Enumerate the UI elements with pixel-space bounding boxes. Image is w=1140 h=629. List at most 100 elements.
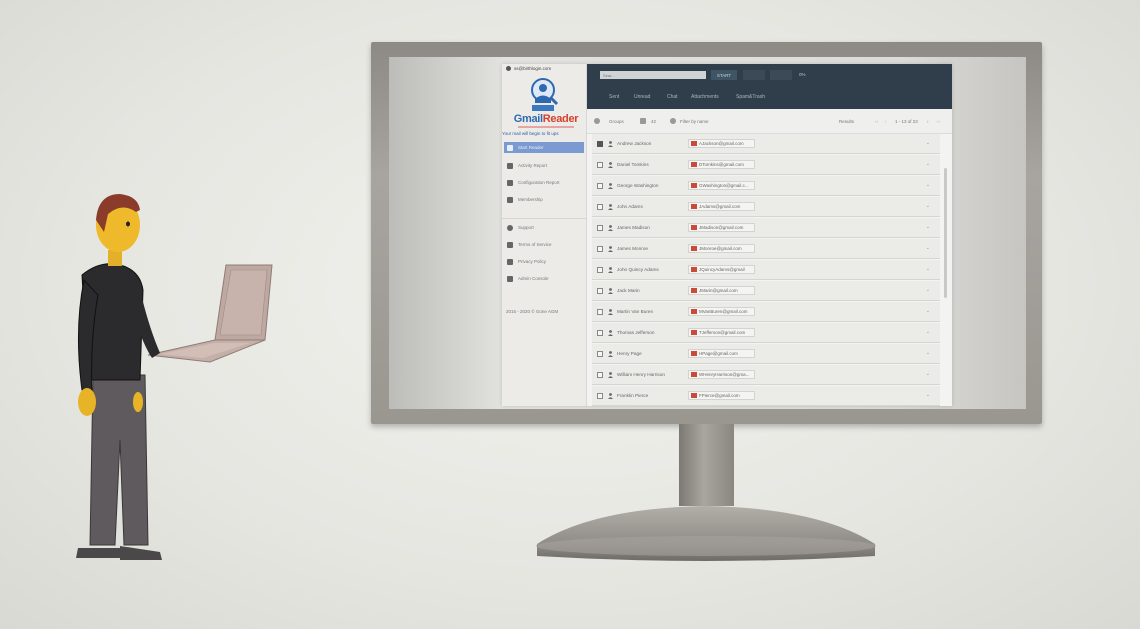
start-button[interactable]: START <box>711 70 737 80</box>
prev-page-icon[interactable]: ‹ <box>885 119 887 124</box>
row-checkbox[interactable] <box>597 330 603 336</box>
row-checkbox[interactable] <box>597 246 603 252</box>
sidebar-item-terms[interactable]: Terms of Service <box>504 239 584 250</box>
row-checkbox[interactable] <box>597 183 603 189</box>
email-chip[interactable]: MVanBuren@gmail.com <box>688 307 755 316</box>
email-chip[interactable]: JMarin@gmail.com <box>688 286 755 295</box>
chevron-down-icon[interactable]: ⌄ <box>926 203 930 209</box>
toolbar-chip[interactable] <box>770 70 792 80</box>
table-row[interactable]: Franklin Pierce FPierce@gmail.com ⌄ <box>592 386 940 406</box>
chevron-down-icon[interactable]: ⌄ <box>926 140 930 146</box>
row-checkbox[interactable] <box>597 141 603 147</box>
chevron-down-icon[interactable]: ⌄ <box>926 266 930 272</box>
toolbar-chip[interactable] <box>743 70 765 80</box>
chevron-down-icon[interactable]: ⌄ <box>926 308 930 314</box>
person-icon <box>608 309 613 315</box>
email-chip[interactable]: TJefferson@gmail.com <box>688 328 755 337</box>
sidebar-item-privacy[interactable]: Privacy Policy <box>504 256 584 267</box>
person-icon <box>608 204 613 210</box>
row-checkbox[interactable] <box>597 288 603 294</box>
chevron-down-icon[interactable]: ⌄ <box>926 392 930 398</box>
email-chip[interactable]: HPage@gmail.com <box>688 349 755 358</box>
contact-name: Franklin Pierce <box>617 393 649 398</box>
mail-icon <box>691 162 697 167</box>
row-checkbox[interactable] <box>597 225 603 231</box>
tool-icon <box>507 275 513 282</box>
account-email: ss@birthlogin.com <box>514 66 552 71</box>
email-chip[interactable]: JQuincyAdams@gmail <box>688 265 755 274</box>
email-chip[interactable]: DTomkins@gmail.com <box>688 160 755 169</box>
table-row[interactable]: James Madison JMadison@gmail.com ⌄ <box>592 218 940 238</box>
table-row[interactable]: Andrew Jackson AJackson@gmail.com ⌄ <box>592 134 940 154</box>
table-row[interactable]: Jack Marin JMarin@gmail.com ⌄ <box>592 281 940 301</box>
sidebar-item-admin[interactable]: Admin Console <box>504 273 584 284</box>
search-input[interactable] <box>600 71 706 79</box>
scrollbar[interactable] <box>944 168 947 298</box>
table-row[interactable]: Martin Van Buren MVanBuren@gmail.com ⌄ <box>592 302 940 322</box>
table-row[interactable]: Henry Page HPage@gmail.com ⌄ <box>592 344 940 364</box>
email-chip[interactable]: GWashington@gmail.c... <box>688 181 755 190</box>
sidebar-item-label: Support <box>518 225 534 230</box>
table-row[interactable]: Daniel Tomkins DTomkins@gmail.com ⌄ <box>592 155 940 175</box>
mail-icon <box>691 141 697 146</box>
tab-unread[interactable]: Unread <box>634 94 650 100</box>
results-label: Results <box>839 119 855 124</box>
contact-email: DTomkins@gmail.com <box>699 162 744 167</box>
groups-label[interactable]: Groups <box>609 119 624 124</box>
tab-attachments[interactable]: Attachments <box>691 94 719 100</box>
sidebar-item-support[interactable]: Support <box>504 222 584 233</box>
email-chip[interactable]: JMonroe@gmail.com <box>688 244 755 253</box>
last-page-icon[interactable]: ›› <box>937 119 940 124</box>
tab-spam-trash[interactable]: Spam&Trash <box>736 94 765 100</box>
sidebar-item-membership[interactable]: Membership <box>504 194 584 205</box>
report-icon <box>507 162 513 169</box>
email-chip[interactable]: AJackson@gmail.com <box>688 139 755 148</box>
first-page-icon[interactable]: ‹‹ <box>875 119 878 124</box>
table-row[interactable]: William Henry Harrison WHenryHarrison@gma… <box>592 365 940 385</box>
person-icon <box>608 141 613 147</box>
table-row[interactable]: John Adams JAdams@gmail.com ⌄ <box>592 197 940 217</box>
select-all-icon[interactable] <box>594 118 600 124</box>
sidebar-item-configuration-report[interactable]: Configuration Report <box>504 177 584 188</box>
sidebar-item-activity-report[interactable]: Activity Report <box>504 160 584 171</box>
row-checkbox[interactable] <box>597 393 603 399</box>
account-bar[interactable]: ss@birthlogin.com <box>502 64 586 73</box>
monitor-screen: ss@birthlogin.com GmailReader Your mail … <box>389 57 1026 409</box>
email-chip[interactable]: WHenryHarrison@gma... <box>688 370 755 379</box>
next-page-icon[interactable]: › <box>927 119 929 124</box>
table-row[interactable]: John Quincy Adams JQuincyAdams@gmail ⌄ <box>592 260 940 280</box>
filter-input[interactable]: Filter by name <box>680 119 709 124</box>
contact-email: HPage@gmail.com <box>699 351 738 356</box>
email-chip[interactable]: JMadison@gmail.com <box>688 223 755 232</box>
sidebar-item-start-reader[interactable]: Start Reader <box>504 142 584 153</box>
tab-sent[interactable]: Sent <box>609 94 619 100</box>
chevron-down-icon[interactable]: ⌄ <box>926 182 930 188</box>
contact-email: FPierce@gmail.com <box>699 393 740 398</box>
tab-chat[interactable]: Chat <box>667 94 678 100</box>
sidebar-item-label: Terms of Service <box>518 242 552 247</box>
groups-count: 42 <box>651 119 657 124</box>
filter-icon[interactable] <box>670 118 676 124</box>
email-chip[interactable]: JAdams@gmail.com <box>688 202 755 211</box>
app-logo: GmailReader <box>513 113 579 125</box>
row-checkbox[interactable] <box>597 162 603 168</box>
table-row[interactable]: Thomas Jefferson TJefferson@gmail.com ⌄ <box>592 323 940 343</box>
row-checkbox[interactable] <box>597 351 603 357</box>
table-row[interactable]: James Monroe JMonroe@gmail.com ⌄ <box>592 239 940 259</box>
email-chip[interactable]: FPierce@gmail.com <box>688 391 755 400</box>
progress-percent: 0% <box>799 72 806 77</box>
row-checkbox[interactable] <box>597 267 603 273</box>
chevron-down-icon[interactable]: ⌄ <box>926 329 930 335</box>
chevron-down-icon[interactable]: ⌄ <box>926 350 930 356</box>
table-row[interactable]: George Washington GWashington@gmail.c... ⌄ <box>592 176 940 196</box>
row-checkbox[interactable] <box>597 204 603 210</box>
chevron-down-icon[interactable]: ⌄ <box>926 224 930 230</box>
group-icon[interactable] <box>640 118 646 124</box>
chevron-down-icon[interactable]: ⌄ <box>926 371 930 377</box>
chevron-down-icon[interactable]: ⌄ <box>926 245 930 251</box>
row-checkbox[interactable] <box>597 309 603 315</box>
chevron-down-icon[interactable]: ⌄ <box>926 287 930 293</box>
row-checkbox[interactable] <box>597 372 603 378</box>
chevron-down-icon[interactable]: ⌄ <box>926 161 930 167</box>
sidebar-divider <box>502 218 587 219</box>
